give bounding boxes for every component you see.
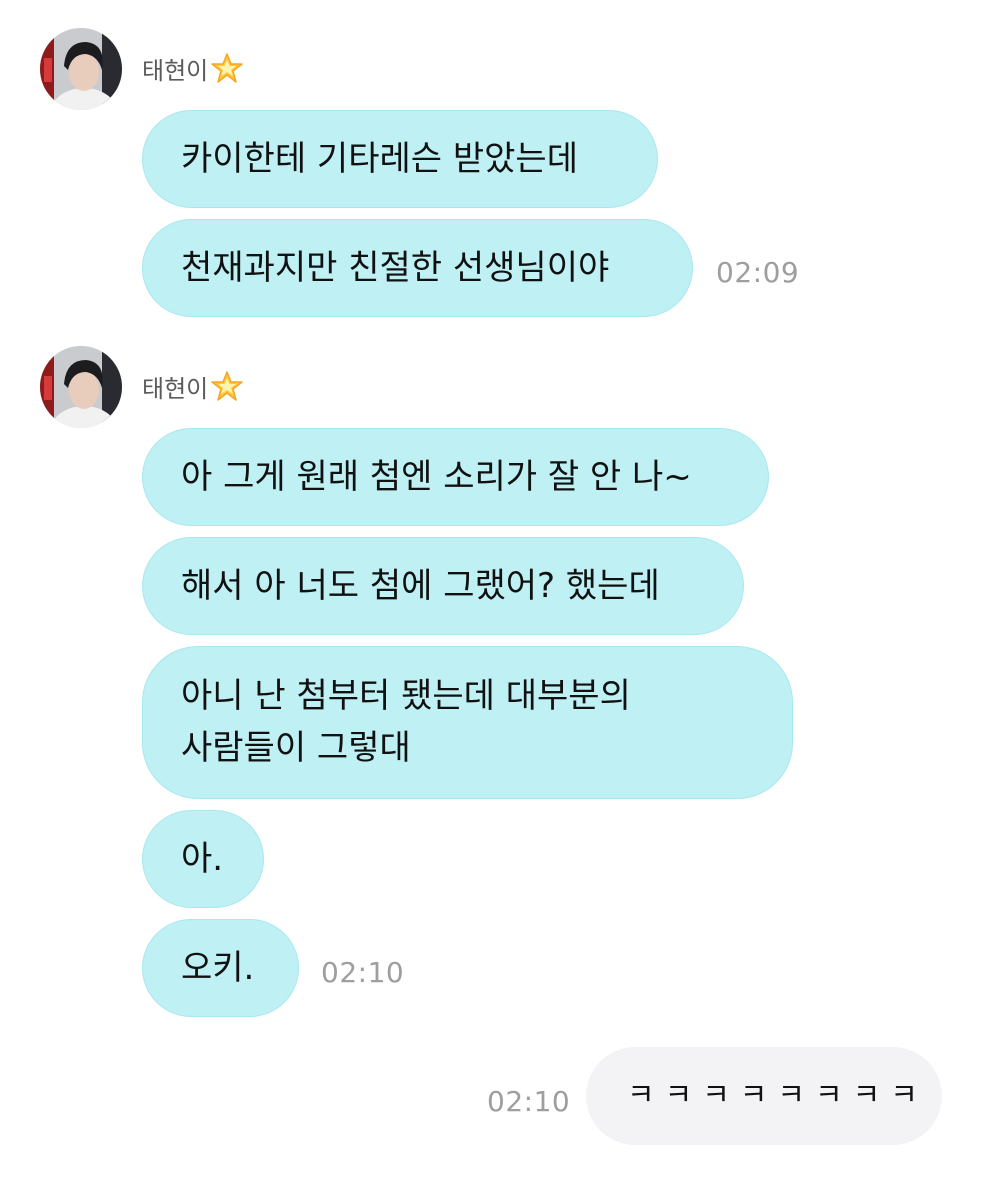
message-timestamp: 02:10: [321, 956, 405, 989]
message-bubble[interactable]: 아.: [142, 810, 264, 908]
sender-avatar[interactable]: [40, 28, 122, 110]
message-text: ㅋㅋㅋㅋㅋㅋㅋㅋ: [627, 1078, 928, 1113]
avatar-photo-icon: [40, 346, 122, 428]
glowing-star-icon: [211, 53, 243, 83]
message-bubble[interactable]: 아니 난 첨부터 됐는데 대부분의 사람들이 그렇대: [142, 646, 793, 799]
message-timestamp: 02:10: [487, 1085, 571, 1118]
message-bubble[interactable]: 카이한테 기타레슨 받았는데: [142, 110, 658, 208]
message-text: 아.: [181, 839, 224, 879]
sender-name: 태현이: [142, 48, 244, 88]
message-bubble[interactable]: 천재과지만 친절한 선생님이야: [142, 219, 693, 317]
sender-name: 태현이: [142, 366, 244, 406]
sender-avatar[interactable]: [40, 346, 122, 428]
message-text: 천재과지만 친절한 선생님이야: [181, 248, 610, 288]
sender-name-label: 태현이: [142, 56, 209, 85]
message-text: 해서 아 너도 첨에 그랬어? 했는데: [181, 566, 660, 606]
message-timestamp: 02:09: [716, 256, 800, 289]
message-bubble[interactable]: 오키.: [142, 919, 299, 1017]
message-text: 카이한테 기타레슨 받았는데: [181, 139, 578, 179]
message-text: 아 그게 원래 첨엔 소리가 잘 안 나~: [181, 457, 692, 497]
message-bubble[interactable]: 해서 아 너도 첨에 그랬어? 했는데: [142, 537, 744, 635]
sender-name-label: 태현이: [142, 374, 209, 403]
message-text: 오키.: [181, 948, 255, 988]
message-bubble[interactable]: 아 그게 원래 첨엔 소리가 잘 안 나~: [142, 428, 769, 526]
my-message-bubble[interactable]: ㅋㅋㅋㅋㅋㅋㅋㅋ: [586, 1047, 942, 1145]
glowing-star-icon: [211, 371, 243, 401]
message-text: 아니 난 첨부터 됐는데 대부분의 사람들이 그렇대: [181, 676, 631, 768]
avatar-photo-icon: [40, 28, 122, 110]
